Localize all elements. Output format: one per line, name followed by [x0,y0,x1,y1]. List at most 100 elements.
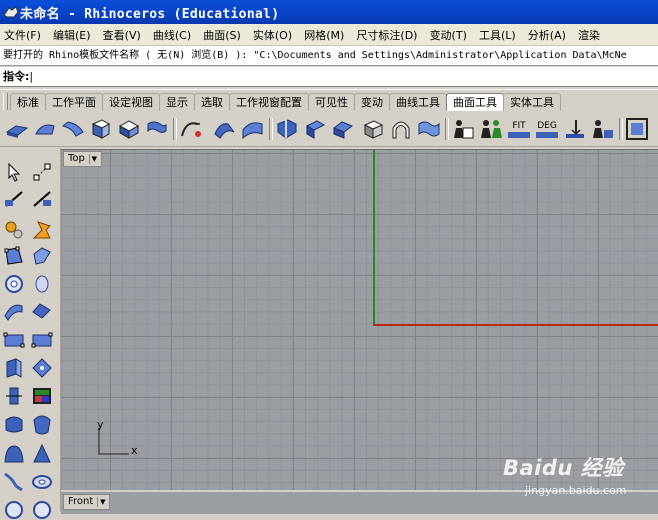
watermark: Baidu 经验 jingyan.baidu.com [503,452,633,500]
shrink-surface-icon[interactable] [302,116,328,142]
wall-icon[interactable] [2,356,26,380]
viewport-name: Front [68,496,94,507]
tab-select[interactable]: 选取 [194,93,230,111]
ring-half-icon[interactable] [30,496,54,520]
offset-surface-icon[interactable] [116,116,142,142]
surface-patch-icon[interactable] [30,244,54,268]
cage-edit-icon[interactable] [2,244,26,268]
ring-icon[interactable] [2,496,26,520]
sphere-icon[interactable] [2,272,26,296]
team-select-icon[interactable] [478,116,504,142]
menu-dimension[interactable]: 尺寸标注(D) [352,25,417,45]
chevron-down-icon[interactable]: ▼ [97,497,107,507]
team-edit-icon[interactable] [450,116,476,142]
cylinder-icon[interactable] [30,412,54,436]
arch-surface-icon[interactable] [388,116,414,142]
fit-label: FIT [512,121,526,131]
rebuild-surface-icon[interactable] [274,116,300,142]
tab-standard[interactable]: 标准 [10,93,46,111]
tab-surface-tools[interactable]: 曲面工具 [446,93,504,111]
surface-frame-icon[interactable] [624,116,650,142]
sweep-icon[interactable] [30,298,54,322]
ellipse-icon[interactable] [30,272,54,296]
blend-surface-icon[interactable] [88,116,114,142]
left-toolbar [0,148,61,519]
menu-solid[interactable]: 实体(O) [249,25,292,45]
menu-bar: 文件(F) 编辑(E) 查看(V) 曲线(C) 曲面(S) 实体(O) 网格(M… [0,24,658,46]
tab-transform[interactable]: 变动 [354,93,390,111]
merge-surface-icon[interactable] [212,116,238,142]
tab-cplanes[interactable]: 工作平面 [45,93,103,111]
flow-surface-icon[interactable] [416,116,442,142]
menu-surface[interactable]: 曲面(S) [199,25,241,45]
command-history: 要打开的 Rhino模板文件名称 ( 无(N) 浏览(B) ): "C:\Doc… [0,46,658,66]
title-bar: 未命名 - Rhinoceros (Educational) [0,0,658,24]
point-icon[interactable] [30,160,54,184]
toolbar-separator [173,118,177,140]
tab-curve-tools[interactable]: 曲线工具 [389,93,447,111]
rectangle-3pt-icon[interactable] [30,328,54,352]
chamfer-surface-icon[interactable] [32,116,58,142]
box-solid-icon[interactable] [2,412,26,436]
viewport-title-top[interactable]: Top ▼ [63,151,102,167]
toolbar-separator [445,118,449,140]
watermark-url: jingyan.baidu.com [525,484,627,497]
menu-transform[interactable]: 变动(T) [426,25,467,45]
tab-solid-tools[interactable]: 实体工具 [503,93,561,111]
deg-button[interactable]: DEG [534,116,560,142]
dome-icon[interactable] [2,442,26,466]
cplane-axes-icon: y x [97,418,138,458]
render-icon[interactable] [30,384,54,408]
menu-analyze[interactable]: 分析(A) [524,25,566,45]
menu-tools[interactable]: 工具(L) [475,25,516,45]
world-x-axis [373,324,658,326]
extrude-icon[interactable] [2,384,26,408]
unroll-surface-icon[interactable] [240,116,266,142]
extend-surface-icon[interactable] [178,116,204,142]
tab-viewport-layout[interactable]: 工作视窗配置 [229,93,309,111]
chevron-down-icon[interactable]: ▼ [88,154,99,164]
menu-render[interactable]: 渲染 [574,25,600,45]
menu-view[interactable]: 查看(V) [99,25,141,45]
tab-display[interactable]: 显示 [159,93,195,111]
surface-tools-toolbar: FIT DEG [0,112,658,147]
viewport-name: Top [68,153,85,164]
curve-icon[interactable] [2,470,26,494]
tab-set-view[interactable]: 设定视图 [102,93,160,111]
select-arrow-icon[interactable] [2,160,26,184]
toolbar-tabs: 标准 工作平面 设定视图 显示 选取 工作视窗配置 可见性 变动 曲线工具 曲面工具 实体工具 [0,89,658,113]
rhino-logo-icon [3,6,19,18]
menu-edit[interactable]: 编辑(E) [49,25,91,45]
fit-button[interactable]: FIT [506,116,532,142]
command-line[interactable]: 指令:| [0,67,658,87]
toolbar-separator [619,118,623,140]
explode-icon[interactable] [30,218,54,242]
fillet-surface-icon[interactable] [4,116,30,142]
deg-label: DEG [537,121,557,131]
torus-icon[interactable] [30,470,54,494]
viewport-top[interactable]: Top ▼ y x [61,149,658,491]
viewport-title-front[interactable]: Front ▼ [63,494,111,510]
menu-mesh[interactable]: 网格(M) [300,25,344,45]
box-edges-icon[interactable] [360,116,386,142]
rectangle-icon[interactable] [2,328,26,352]
polyline-icon[interactable] [30,186,54,210]
variable-fillet-icon[interactable] [60,116,86,142]
symmetry-surface-icon[interactable] [330,116,356,142]
toolbar-grip[interactable] [3,93,8,110]
trim-surface-icon[interactable] [562,116,588,142]
menu-curve[interactable]: 曲线(C) [149,25,191,45]
gear-icon[interactable] [2,218,26,242]
control-points-icon[interactable] [30,356,54,380]
line-icon[interactable] [2,186,26,210]
menu-file[interactable]: 文件(F) [0,25,41,45]
tab-visibility[interactable]: 可见性 [308,93,355,111]
match-surface-icon[interactable] [144,116,170,142]
cplane-x-label: x [131,444,138,457]
watermark-brand: Baidu 经验 [503,456,624,480]
untrim-icon[interactable] [590,116,616,142]
loft-icon[interactable] [2,298,26,322]
cone-icon[interactable] [30,442,54,466]
window-title: 未命名 - Rhinoceros (Educational) [20,7,280,22]
toolbar-separator [269,118,273,140]
